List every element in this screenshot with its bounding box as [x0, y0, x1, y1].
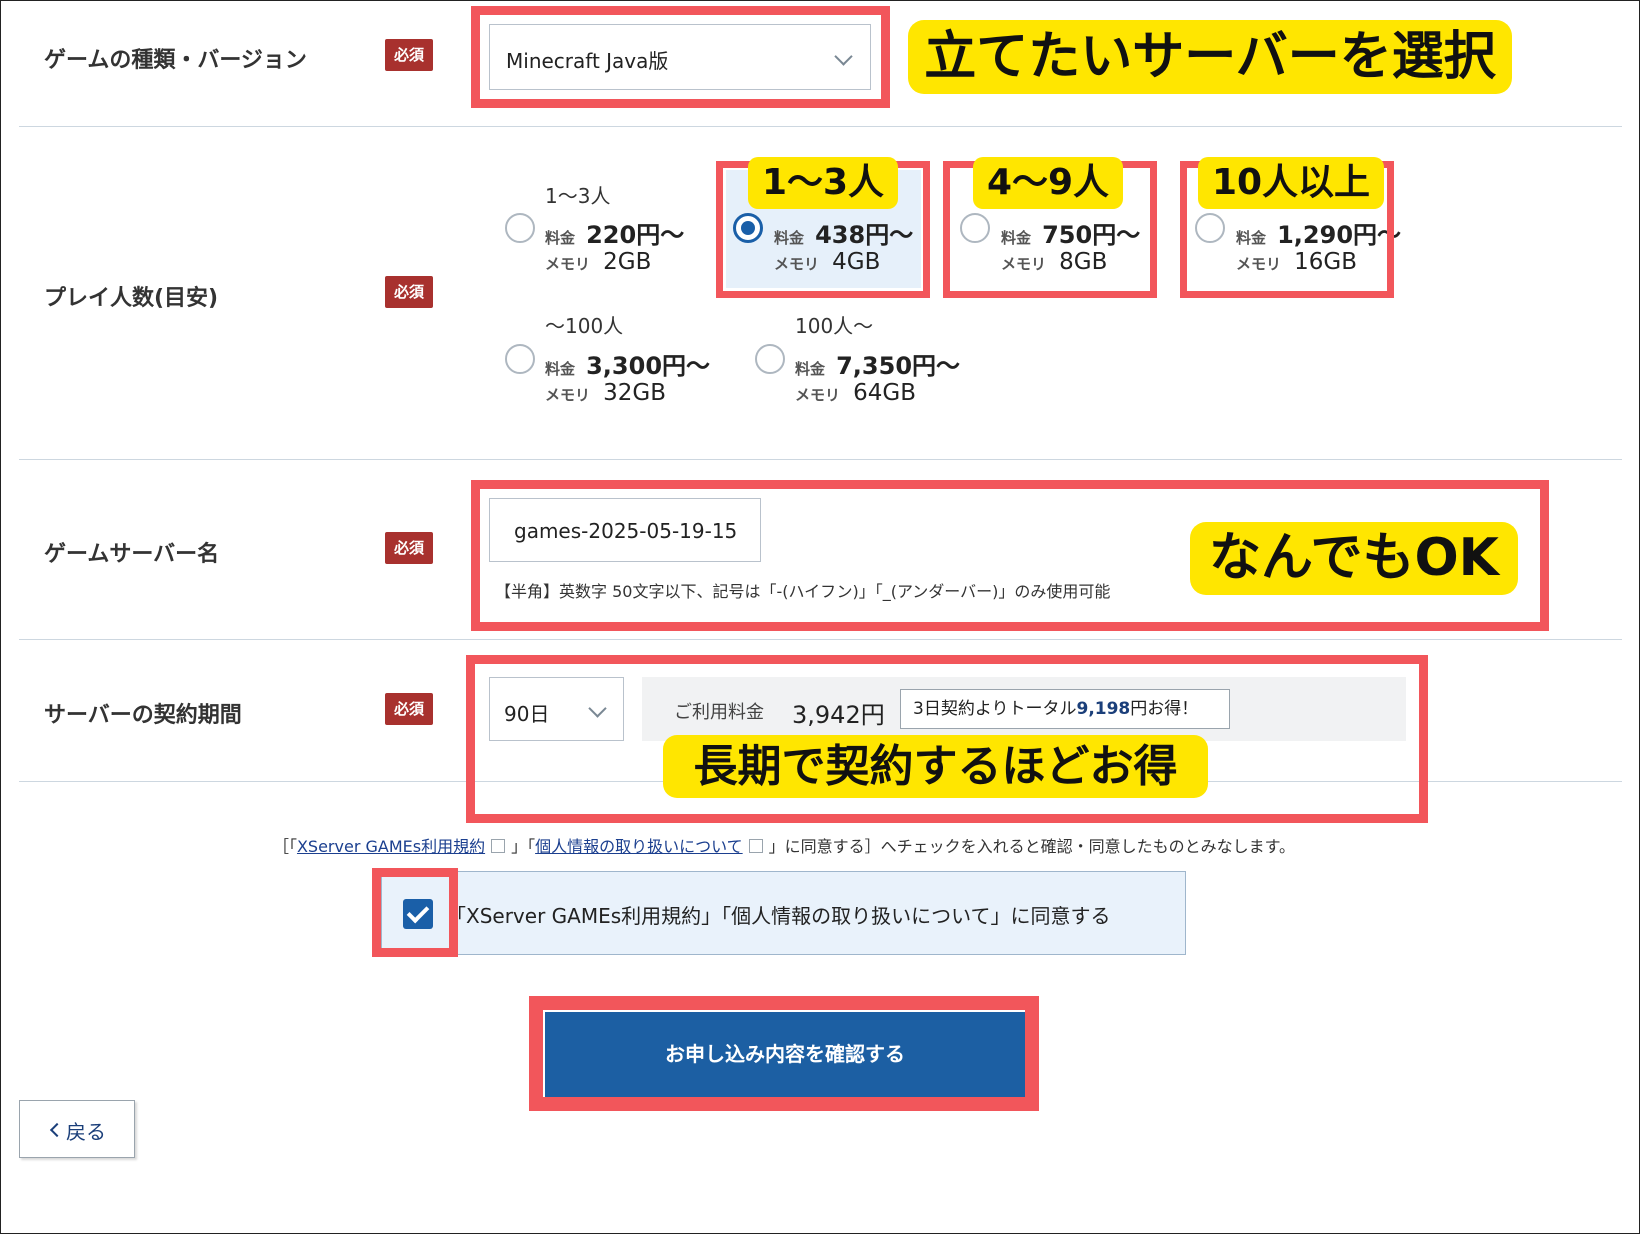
- player-option-up-to-100[interactable]: 〜100人 料金 3,300円〜 メモリ 32GB: [500, 310, 720, 420]
- radio-button[interactable]: [505, 344, 535, 374]
- player-option-100-plus[interactable]: 100人〜 料金 7,350円〜 メモリ 64GB: [750, 310, 970, 420]
- option-memory: 32GB: [603, 380, 666, 406]
- divider: [19, 459, 1622, 460]
- player-option-1-3[interactable]: 1〜3人 料金 220円〜 メモリ 2GB: [500, 175, 710, 285]
- callout-game-type: 立てたいサーバーを選択: [908, 20, 1512, 94]
- option-memory-row: メモリ 2GB: [545, 249, 651, 275]
- divider: [19, 639, 1622, 640]
- option-range: 100人〜: [795, 314, 874, 338]
- option-range: 〜100人: [545, 314, 624, 338]
- back-label: 戻る: [66, 1120, 106, 1144]
- fee-label: 料金: [545, 229, 576, 247]
- radio-button[interactable]: [755, 344, 785, 374]
- callout-10-plus: 10人以上: [1198, 157, 1384, 209]
- callout-contract: 長期で契約するほどお得: [663, 735, 1208, 798]
- players-label: プレイ人数(目安): [44, 286, 219, 311]
- external-link-icon: [748, 839, 763, 853]
- agreement-box[interactable]: 「XServer GAMEs利用規約」「個人情報の取り扱いについて」に同意する: [381, 871, 1186, 955]
- server-name-label: ゲームサーバー名: [44, 542, 220, 567]
- highlight-checkbox: [372, 868, 458, 957]
- option-memory-row: メモリ 64GB: [795, 380, 916, 406]
- back-button[interactable]: 戻る: [19, 1100, 135, 1158]
- radio-button[interactable]: [505, 213, 535, 243]
- callout-4-9: 4〜9人: [973, 157, 1123, 209]
- highlight-game-type: [471, 6, 890, 108]
- terms-notice: ［「XServer GAMEs利用規約 」「個人情報の取り扱いについて 」に同意する…: [0, 833, 1568, 857]
- option-memory: 2GB: [603, 249, 652, 275]
- memory-label: メモリ: [545, 386, 591, 404]
- option-price: 3,300円〜: [586, 352, 711, 380]
- memory-label: メモリ: [795, 386, 841, 404]
- option-range: 1〜3人: [545, 184, 611, 208]
- fee-label: 料金: [545, 360, 576, 378]
- option-price: 7,350円〜: [836, 352, 961, 380]
- callout-server-name: なんでもOK: [1190, 522, 1518, 595]
- required-badge: 必須: [385, 693, 433, 725]
- option-memory-row: メモリ 32GB: [545, 380, 666, 406]
- contract-label: サーバーの契約期間: [44, 703, 242, 728]
- option-price: 220円〜: [586, 221, 685, 249]
- required-badge: 必須: [385, 532, 433, 564]
- terms-link[interactable]: XServer GAMEs利用規約: [297, 837, 485, 856]
- divider: [19, 126, 1622, 127]
- option-memory: 64GB: [853, 380, 916, 406]
- option-price-row: 料金 220円〜: [545, 215, 684, 250]
- chevron-left-icon: [49, 1122, 65, 1138]
- terms-open: ［「: [272, 837, 297, 856]
- option-price-row: 料金 7,350円〜: [795, 346, 960, 381]
- privacy-link[interactable]: 個人情報の取り扱いについて: [535, 837, 743, 856]
- terms-mid: 」「: [511, 837, 536, 856]
- terms-close: 」に同意する］へチェックを入れると確認・同意したものとみなします。: [768, 837, 1296, 856]
- agreement-label: 「XServer GAMEs利用規約」「個人情報の取り扱いについて」に同意する: [446, 904, 1111, 928]
- fee-label: 料金: [795, 360, 826, 378]
- highlight-submit: [529, 996, 1039, 1111]
- game-type-label: ゲームの種類・バージョン: [44, 48, 307, 73]
- memory-label: メモリ: [545, 255, 591, 273]
- external-link-icon: [491, 839, 506, 853]
- required-badge: 必須: [385, 276, 433, 308]
- callout-1-3: 1〜3人: [748, 157, 898, 209]
- option-price-row: 料金 3,300円〜: [545, 346, 710, 381]
- required-badge: 必須: [385, 39, 433, 71]
